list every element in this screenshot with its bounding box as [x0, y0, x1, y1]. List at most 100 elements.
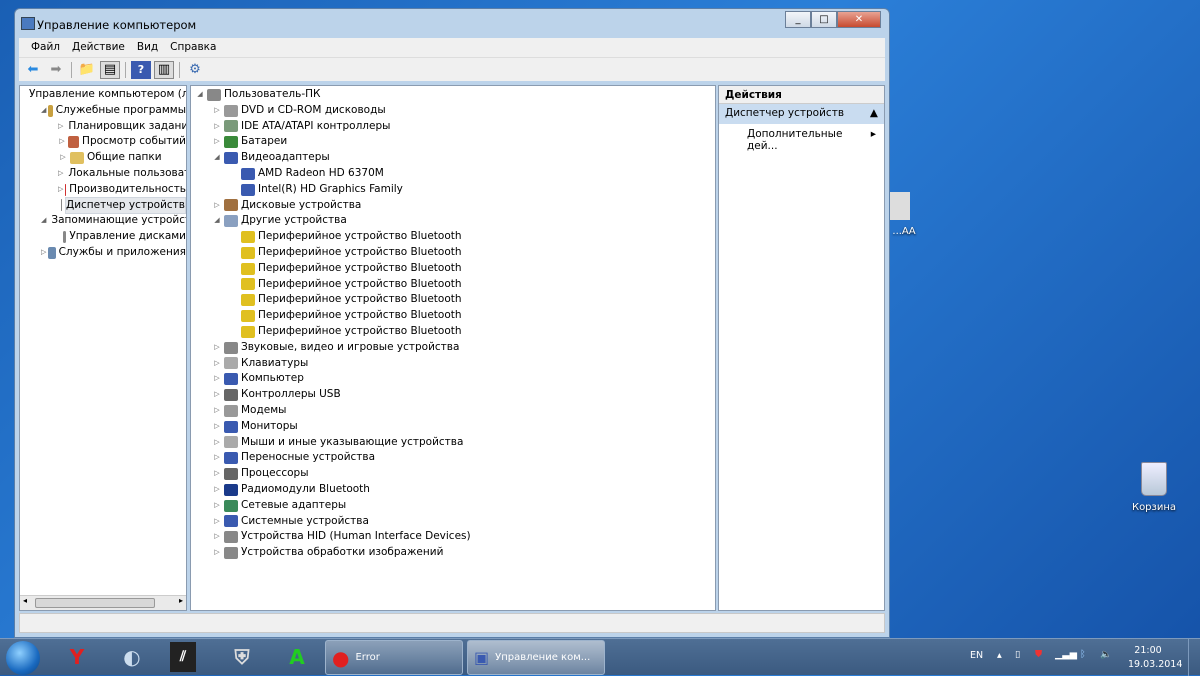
tree-item[interactable]: ▷ Сетевые адаптеры — [191, 498, 715, 514]
tree-item[interactable]: ▷ Производительность — [20, 182, 186, 198]
tree-item[interactable]: ▷ Процессоры — [191, 466, 715, 482]
tree-item[interactable]: ▷ Устройства HID (Human Interface Devices… — [191, 529, 715, 545]
expand-toggle-icon[interactable]: ▷ — [212, 356, 222, 372]
expand-toggle-icon[interactable]: ▷ — [212, 482, 222, 498]
tree-item[interactable]: ▷ Просмотр событий — [20, 134, 186, 150]
back-arrow-icon[interactable]: ⬅ — [23, 61, 43, 79]
app-icon-green-a[interactable]: A — [280, 642, 314, 672]
tree-item[interactable]: ▷ Службы и приложения — [20, 245, 186, 261]
expand-toggle-icon[interactable]: ▷ — [212, 387, 222, 403]
tree-item[interactable]: ▷ Мониторы — [191, 419, 715, 435]
tree-item[interactable]: Периферийное устройство Bluetooth — [191, 308, 715, 324]
expand-toggle-icon[interactable]: ▷ — [58, 134, 66, 150]
tree-item[interactable]: Периферийное устройство Bluetooth — [191, 245, 715, 261]
expand-toggle-icon[interactable]: ▷ — [58, 150, 68, 166]
expand-toggle-icon[interactable]: ▷ — [212, 435, 222, 451]
tree-item[interactable]: Управление компьютером (л — [20, 87, 186, 103]
tree-item[interactable]: ◢ Пользователь-ПК — [191, 87, 715, 103]
task-error[interactable]: ● Error — [325, 640, 463, 675]
tree-item[interactable]: ▷ Компьютер — [191, 371, 715, 387]
volume-icon[interactable]: 🔈 — [1100, 649, 1112, 660]
language-indicator[interactable]: EN — [970, 650, 983, 661]
up-folder-icon[interactable]: 📁 — [77, 61, 97, 79]
world-of-tanks-icon[interactable]: ⛨ — [225, 642, 259, 672]
tree-item[interactable]: ▷ Локальные пользовате — [20, 166, 186, 182]
menu-file[interactable]: Файл — [25, 38, 66, 57]
maximize-button[interactable]: □ — [811, 11, 837, 28]
yandex-browser-icon[interactable]: Y — [60, 642, 94, 672]
security-shield-icon[interactable]: ⛊ — [1035, 649, 1042, 660]
expand-toggle-icon[interactable]: ▷ — [212, 466, 222, 482]
horizontal-scrollbar[interactable]: ◂ ▸ — [20, 595, 186, 610]
collapse-up-icon[interactable]: ▲ — [870, 107, 878, 121]
start-button[interactable] — [6, 641, 40, 675]
tree-item[interactable]: ▷ Модемы — [191, 403, 715, 419]
tree-item[interactable]: ▷ Контроллеры USB — [191, 387, 715, 403]
more-actions[interactable]: Дополнительные дей... ▸ — [719, 124, 884, 152]
tree-item[interactable]: ◢ Служебные программы — [20, 103, 186, 119]
tree-item[interactable]: ▷ DVD и CD-ROM дисководы — [191, 103, 715, 119]
tree-item[interactable]: Управление дисками — [20, 229, 186, 245]
task-computer-management[interactable]: ▣ Управление ком... — [467, 640, 605, 675]
expand-toggle-icon[interactable]: ▷ — [41, 245, 46, 261]
expand-toggle-icon[interactable]: ▷ — [58, 166, 63, 182]
show-desktop-button[interactable] — [1188, 639, 1200, 676]
expand-toggle-icon[interactable]: ◢ — [212, 150, 222, 166]
expand-toggle-icon[interactable]: ▷ — [212, 545, 222, 561]
minimize-button[interactable]: _ — [785, 11, 811, 28]
tree-item[interactable]: Периферийное устройство Bluetooth — [191, 324, 715, 340]
recycle-bin[interactable]: Корзина — [1126, 462, 1182, 513]
clock-time[interactable]: 21:00 — [1128, 645, 1168, 656]
actions-section[interactable]: Диспетчер устройств ▲ — [719, 104, 884, 124]
expand-toggle-icon[interactable]: ▷ — [212, 403, 222, 419]
tree-item[interactable]: Периферийное устройство Bluetooth — [191, 229, 715, 245]
desktop-icon-partial[interactable]: ...АА — [884, 192, 924, 237]
tree-item[interactable]: ▷ Радиомодули Bluetooth — [191, 482, 715, 498]
device-icon[interactable]: ▯ — [1015, 649, 1020, 660]
forward-arrow-icon[interactable]: ➡ — [46, 61, 66, 79]
tree-item[interactable]: ◢ Видеоадаптеры — [191, 150, 715, 166]
expand-toggle-icon[interactable]: ▷ — [58, 119, 63, 135]
app-icon-swirl[interactable]: ◐ — [115, 642, 149, 672]
expand-toggle-icon[interactable]: ◢ — [195, 87, 205, 103]
tree-item[interactable]: ▷ Звуковые, видео и игровые устройства — [191, 340, 715, 356]
help-icon[interactable]: ? — [131, 60, 151, 79]
app-icon-dark[interactable]: ⫽ — [170, 642, 196, 672]
expand-toggle-icon[interactable]: ▷ — [212, 419, 222, 435]
tree-item[interactable]: ▷ Мыши и иные указывающие устройства — [191, 435, 715, 451]
tree-item[interactable]: Периферийное устройство Bluetooth — [191, 277, 715, 293]
tree-item[interactable]: ◢ Другие устройства — [191, 213, 715, 229]
network-signal-icon[interactable]: ▁▃▅ — [1055, 649, 1077, 660]
tree-item[interactable]: ▷ Дисковые устройства — [191, 198, 715, 214]
show-hidden-icons[interactable]: ▴ — [997, 650, 1002, 661]
expand-toggle-icon[interactable]: ◢ — [41, 103, 46, 119]
menu-view[interactable]: Вид — [131, 38, 164, 57]
clock-date[interactable]: 19.03.2014 — [1128, 659, 1182, 670]
tree-item[interactable]: Периферийное устройство Bluetooth — [191, 292, 715, 308]
expand-toggle-icon[interactable]: ▷ — [212, 198, 222, 214]
tree-item[interactable]: ▷ Общие папки — [20, 150, 186, 166]
show-hide-action-pane-icon[interactable]: ▥ — [154, 60, 174, 79]
expand-toggle-icon[interactable]: ▷ — [212, 103, 222, 119]
expand-toggle-icon[interactable]: ▷ — [212, 119, 222, 135]
scan-hardware-icon[interactable]: ⚙ — [185, 61, 205, 79]
expand-toggle-icon[interactable]: ▷ — [212, 340, 222, 356]
expand-toggle-icon[interactable]: ◢ — [41, 213, 46, 229]
tree-item[interactable]: Intel(R) HD Graphics Family — [191, 182, 715, 198]
expand-toggle-icon[interactable]: ◢ — [212, 213, 222, 229]
tree-item[interactable]: ▷ Переносные устройства — [191, 450, 715, 466]
expand-toggle-icon[interactable]: ▷ — [212, 514, 222, 530]
expand-toggle-icon[interactable]: ▷ — [58, 182, 63, 198]
expand-toggle-icon[interactable]: ▷ — [212, 498, 222, 514]
tree-item[interactable]: Диспетчер устройств — [20, 196, 186, 215]
menu-help[interactable]: Справка — [164, 38, 222, 57]
expand-toggle-icon[interactable]: ▷ — [212, 450, 222, 466]
expand-toggle-icon[interactable]: ▷ — [212, 529, 222, 545]
tree-item[interactable]: ▷ IDE ATA/ATAPI контроллеры — [191, 119, 715, 135]
menu-action[interactable]: Действие — [66, 38, 131, 57]
expand-toggle-icon[interactable]: ▷ — [212, 371, 222, 387]
close-button[interactable]: ✕ — [837, 11, 881, 28]
tree-item[interactable]: ▷ Клавиатуры — [191, 356, 715, 372]
tree-item[interactable]: ▷ Устройства обработки изображений — [191, 545, 715, 561]
tree-item[interactable]: Периферийное устройство Bluetooth — [191, 261, 715, 277]
